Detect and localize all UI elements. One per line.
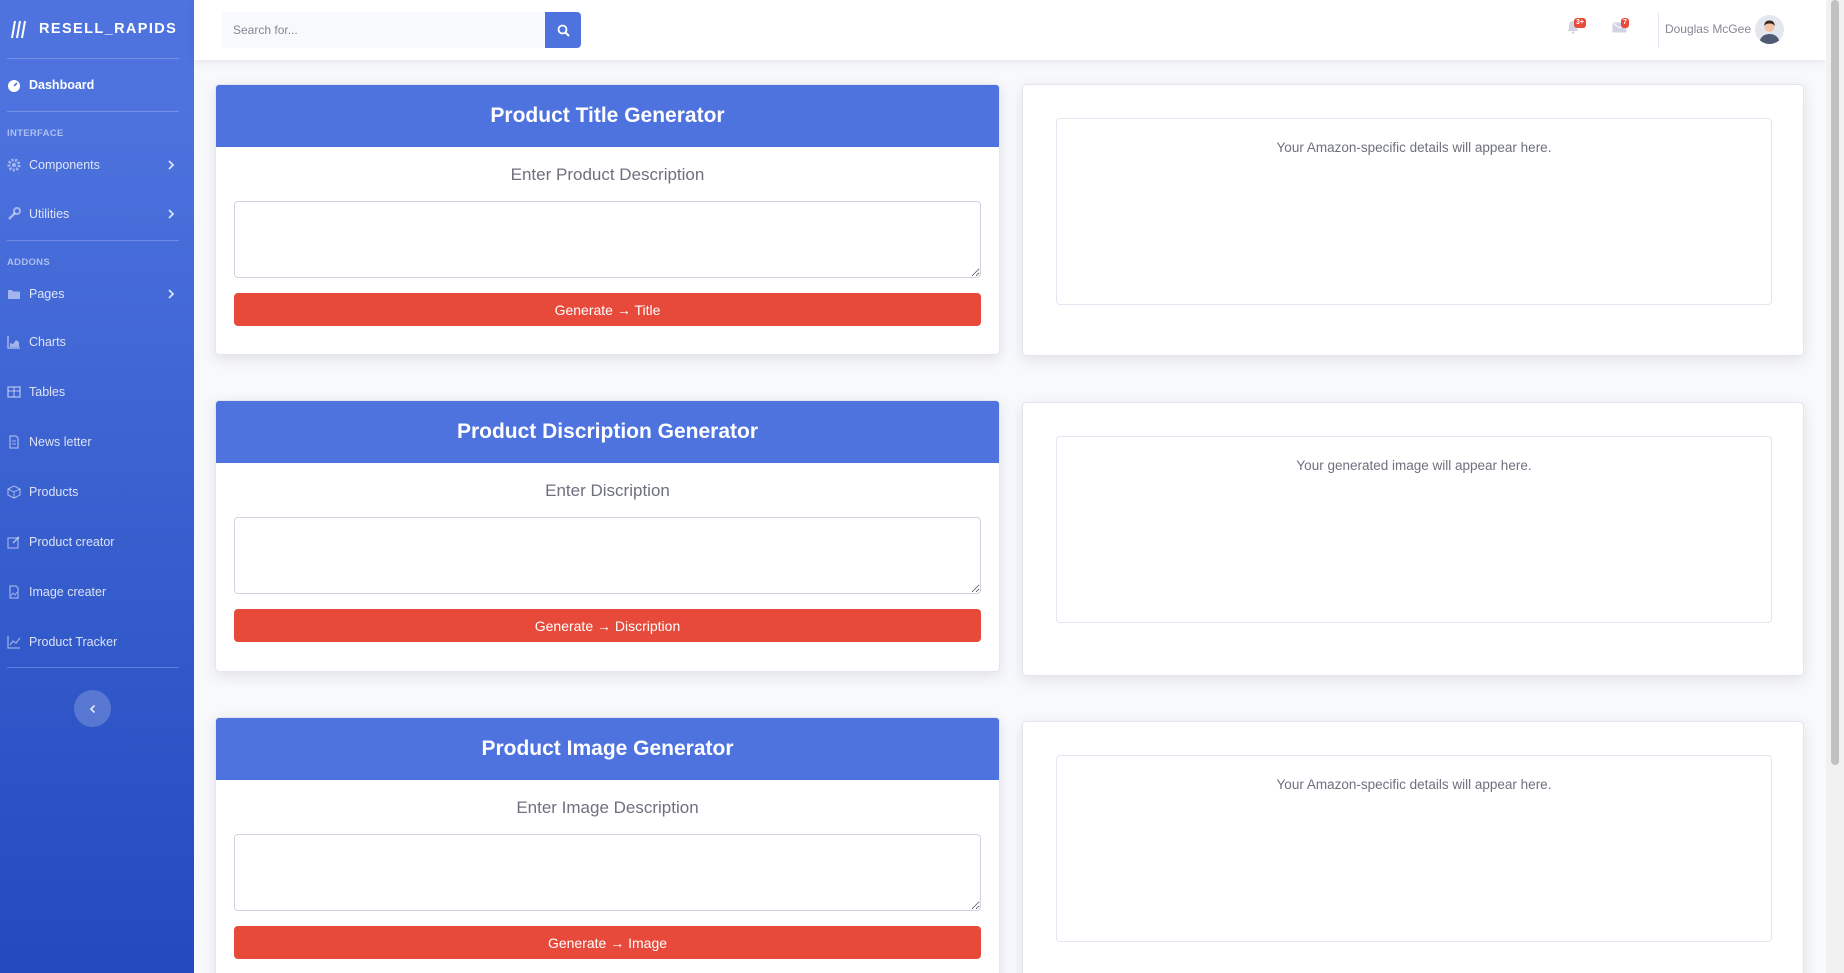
output-placeholder: Your generated image will appear here. — [1056, 436, 1772, 623]
sidebar-item-label: Product creator — [29, 535, 115, 549]
image-file-icon — [9, 585, 19, 599]
sidebar-item-image-creater[interactable]: Image creater — [0, 567, 194, 617]
line-chart-icon — [7, 636, 21, 649]
card-input-label: Enter Product Description — [510, 165, 705, 184]
image-generator-card: Product Image Generator Enter Image Desc… — [215, 717, 1000, 973]
brand-slashes-icon — [11, 20, 26, 39]
sidebar-heading-addons: ADDONS — [7, 257, 50, 268]
sidebar-item-tables[interactable]: Tables — [0, 367, 194, 417]
user-avatar-icon — [1755, 15, 1784, 44]
card-input-label: Enter Image Description — [516, 798, 699, 817]
avatar[interactable] — [1755, 15, 1784, 44]
sidebar-item-label: Charts — [29, 335, 66, 349]
chevron-right-icon — [168, 209, 175, 219]
sidebar-item-utilities[interactable]: Utilities — [0, 188, 194, 240]
sidebar-heading-interface: INTERFACE — [7, 128, 64, 139]
sidebar-divider — [7, 667, 179, 668]
image-description-textarea[interactable] — [234, 834, 981, 911]
chevron-right-icon — [168, 160, 175, 170]
search-icon — [557, 24, 570, 37]
card-title: Product Title Generator — [216, 85, 999, 147]
sidebar: RESELL_RAPIDS Dashboard INTERFACE Compon… — [0, 0, 194, 973]
topbar-divider — [1658, 12, 1659, 48]
messages-button[interactable]: 7 — [1612, 18, 1629, 36]
product-description-textarea[interactable] — [234, 201, 981, 278]
chevron-left-icon — [89, 704, 95, 713]
sidebar-item-products[interactable]: Products — [0, 467, 194, 517]
alerts-button[interactable]: 3+ — [1566, 18, 1586, 36]
sidebar-item-label: Product Tracker — [29, 635, 118, 649]
sidebar-item-label: News letter — [29, 435, 92, 449]
description-generator-card: Product Discription Generator Enter Disc… — [215, 400, 1000, 672]
sidebar-item-label: Components — [29, 158, 100, 172]
sidebar-item-components[interactable]: Components — [0, 142, 194, 188]
scrollbar-thumb[interactable] — [1831, 0, 1839, 765]
title-output-card: Your Amazon-specific details will appear… — [1022, 84, 1804, 356]
card-title: Product Image Generator — [216, 718, 999, 780]
sidebar-item-dashboard[interactable]: Dashboard — [0, 59, 194, 111]
chevron-right-icon — [168, 289, 175, 299]
sidebar-item-label: Utilities — [29, 207, 70, 221]
generate-description-button[interactable]: Generate → Discription — [234, 609, 981, 642]
brand[interactable]: RESELL_RAPIDS — [0, 0, 194, 58]
file-icon — [9, 435, 19, 449]
sidebar-item-charts[interactable]: Charts — [0, 317, 194, 367]
image-output-card: Your Amazon-specific details will appear… — [1022, 721, 1804, 973]
table-icon — [7, 386, 21, 398]
title-generator-card: Product Title Generator Enter Product De… — [215, 84, 1000, 355]
alerts-badge: 3+ — [1574, 18, 1586, 28]
card-input-label: Enter Discription — [545, 481, 670, 500]
sidebar-item-label: Tables — [29, 385, 66, 399]
sidebar-item-label: Products — [29, 485, 79, 499]
user-name[interactable]: Douglas McGee — [1665, 22, 1751, 36]
sidebar-item-product-tracker[interactable]: Product Tracker — [0, 617, 194, 667]
folder-icon — [8, 290, 20, 299]
messages-badge: 7 — [1621, 18, 1629, 28]
card-title: Product Discription Generator — [216, 401, 999, 463]
description-output-card: Your generated image will appear here. — [1022, 402, 1804, 676]
sidebar-item-label: Dashboard — [29, 78, 95, 92]
sidebar-toggle-button[interactable] — [74, 690, 111, 727]
sidebar-item-pages[interactable]: Pages — [0, 271, 194, 317]
topbar: 3+ 7 Douglas McGee — [194, 0, 1826, 60]
dashboard-icon — [8, 80, 20, 92]
box-icon — [7, 485, 21, 499]
brand-name: RESELL_RAPIDS — [39, 21, 178, 37]
wrench-icon — [8, 207, 21, 220]
gear-icon — [7, 158, 21, 172]
output-placeholder: Your Amazon-specific details will appear… — [1056, 118, 1772, 305]
edit-icon — [7, 536, 20, 549]
sidebar-item-label: Pages — [29, 287, 65, 301]
chart-area-icon — [7, 336, 20, 349]
output-placeholder: Your Amazon-specific details will appear… — [1056, 755, 1772, 942]
page-scrollbar[interactable] — [1826, 0, 1844, 973]
description-textarea[interactable] — [234, 517, 981, 594]
search-bar — [222, 12, 581, 48]
generate-title-button[interactable]: Generate → Title — [234, 293, 981, 326]
search-input[interactable] — [222, 12, 545, 48]
search-button[interactable] — [545, 12, 581, 48]
sidebar-item-product-creator[interactable]: Product creator — [0, 517, 194, 567]
sidebar-item-label: Image creater — [29, 585, 107, 599]
sidebar-item-newsletter[interactable]: News letter — [0, 417, 194, 467]
generate-image-button[interactable]: Generate → Image — [234, 926, 981, 959]
